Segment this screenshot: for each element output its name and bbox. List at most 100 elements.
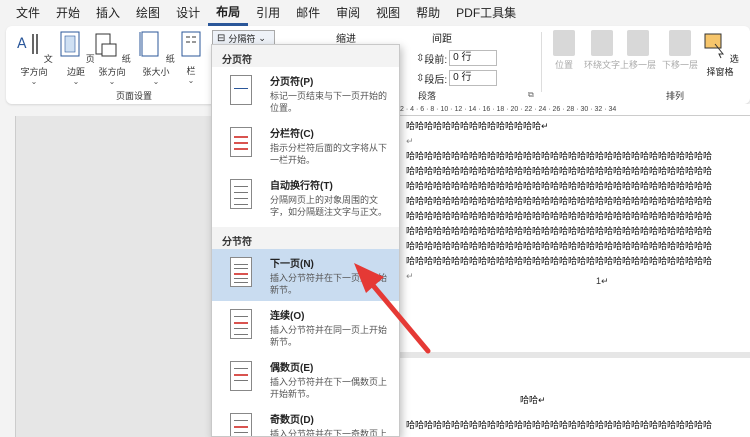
- breaks-label: 分隔符: [228, 33, 256, 44]
- paragraph-dialog-launcher-icon[interactable]: ⧉: [528, 90, 534, 100]
- tab-home[interactable]: 开始: [48, 0, 88, 26]
- column-break-icon: [230, 127, 252, 157]
- page-breaks-header: 分页符: [212, 45, 399, 67]
- odd-page-item[interactable]: 奇数页(D) 插入分节符并在下一奇数页上开始新节。: [212, 405, 399, 437]
- doc-line: 哈哈哈哈哈哈哈哈哈哈哈哈哈哈哈哈哈哈哈哈哈哈哈哈哈哈哈哈哈哈哈哈哈哈: [406, 212, 713, 222]
- selection-pane-icon: [704, 33, 725, 59]
- spacing-after-input[interactable]: 0 行: [449, 70, 498, 86]
- send-backward-icon: [669, 30, 691, 56]
- odd-page-icon: [230, 413, 252, 436]
- odd-page-title: 奇数页(D): [270, 415, 314, 426]
- doc-line: 哈哈哈哈哈哈哈哈哈哈哈哈哈哈哈哈哈哈哈哈哈哈哈哈哈哈哈哈哈哈哈哈哈哈: [406, 421, 713, 431]
- horizontal-ruler: 2 · 4 · 6 · 8 · 10 · 12 · 14 · 16 · 18 ·…: [400, 104, 750, 116]
- continuous-desc: 插入分节符并在同一页上开始新节。: [270, 325, 388, 347]
- page-setup-group-label: 页面设置: [116, 91, 153, 101]
- vertical-ruler: [0, 116, 16, 437]
- text-wrapping-break-title: 自动换行符(T): [270, 181, 333, 192]
- next-page-icon: [230, 257, 252, 287]
- column-break-item[interactable]: 分栏符(C) 指示分栏符后面的文字将从下一栏开始。: [212, 119, 399, 171]
- breaks-icon: ⊟: [217, 32, 226, 44]
- text-wrapping-break-desc: 分隔网页上的对象周围的文字，如分隔题注文字与正文。: [270, 195, 388, 217]
- page-break-icon: [230, 75, 252, 105]
- tab-insert[interactable]: 插入: [88, 0, 128, 26]
- wrap-text-label: 环绕文字: [583, 60, 620, 70]
- bring-forward-icon: [627, 30, 649, 56]
- tab-view[interactable]: 视图: [368, 0, 408, 26]
- selection-pane-button[interactable]: 选择窗格: [700, 30, 740, 78]
- document-page-2[interactable]: 哈哈↵ 哈哈哈哈哈哈哈哈哈哈哈哈哈哈哈哈哈哈哈哈哈哈哈哈哈哈哈哈哈哈哈哈哈哈: [400, 358, 750, 437]
- continuous-item[interactable]: 连续(O) 插入分节符并在同一页上开始新节。: [212, 301, 399, 353]
- spacing-before-label: 段前:: [424, 54, 448, 66]
- wrap-text-button[interactable]: 环绕文字: [582, 30, 622, 71]
- tab-file[interactable]: 文件: [8, 0, 48, 26]
- size-button[interactable]: 纸张大小 ⌄: [136, 30, 176, 86]
- even-page-title: 偶数页(E): [270, 363, 314, 374]
- doc-line: 哈哈哈哈哈哈哈哈哈哈哈哈哈哈哈哈哈哈哈哈哈哈哈哈哈哈哈哈哈哈哈哈哈哈: [406, 242, 713, 252]
- wrap-text-icon: [591, 30, 613, 56]
- spacing-after: ⇳ 段后: 0 行: [416, 70, 498, 86]
- breaks-dropdown: 分页符 分页符(P) 标记一页结束与下一页开始的位置。 分栏符(C) 指示分栏符…: [211, 44, 400, 437]
- doc-line: 哈哈哈哈哈哈哈哈哈哈哈哈哈哈哈哈哈哈哈哈哈哈哈哈哈哈哈哈哈哈哈哈哈哈: [406, 197, 713, 207]
- page-break-item[interactable]: 分页符(P) 标记一页结束与下一页开始的位置。: [212, 67, 399, 119]
- column-break-desc: 指示分栏符后面的文字将从下一栏开始。: [270, 143, 388, 165]
- text-direction-button[interactable]: A 文字方向 ⌄: [14, 30, 54, 86]
- page-number: 1↵: [596, 276, 609, 286]
- next-page-desc: 插入分节符并在下一页上开始新节。: [270, 273, 388, 295]
- bring-forward-label: 上移一层: [619, 60, 656, 70]
- columns-button[interactable]: 栏 ⌄: [176, 30, 206, 85]
- paper-size-icon: [139, 31, 159, 57]
- spacing-before-icon: ⇳: [416, 52, 425, 64]
- tab-draw[interactable]: 绘图: [128, 0, 168, 26]
- position-label: 位置: [554, 60, 573, 70]
- doc-line: 哈哈哈哈哈哈哈哈哈哈哈哈哈哈哈哈哈哈哈哈哈哈哈哈哈哈哈哈哈哈哈哈哈哈: [406, 182, 713, 192]
- tab-mailings[interactable]: 邮件: [288, 0, 328, 26]
- odd-page-desc: 插入分节符并在下一奇数页上开始新节。: [270, 429, 388, 437]
- tab-help[interactable]: 帮助: [408, 0, 448, 26]
- even-page-icon: [230, 361, 252, 391]
- send-backward-button[interactable]: 下移一层: [660, 30, 700, 71]
- doc-line: 哈哈哈哈哈哈哈哈哈哈哈哈哈哈哈哈哈哈哈哈哈哈哈哈哈哈哈哈哈哈哈哈哈哈: [406, 152, 713, 162]
- column-break-title: 分栏符(C): [270, 129, 314, 140]
- even-page-desc: 插入分节符并在下一偶数页上开始新节。: [270, 377, 388, 399]
- page-break-title: 分页符(P): [270, 77, 314, 88]
- text-wrapping-break-icon: [230, 179, 252, 209]
- columns-icon: [181, 31, 201, 57]
- tab-pdf-tools[interactable]: PDF工具集: [448, 0, 524, 26]
- spacing-label: 间距: [432, 34, 452, 45]
- doc-line: 哈哈哈哈哈哈哈哈哈哈哈哈哈哈哈哈哈哈哈哈哈哈哈哈哈哈哈哈哈哈哈哈哈哈: [406, 227, 713, 237]
- orientation-button[interactable]: 纸张方向 ⌄: [92, 30, 132, 86]
- spacing-before: ⇳ 段前: 0 行: [416, 50, 498, 66]
- doc-line: 哈哈哈哈哈哈哈哈哈哈哈哈哈哈哈哈哈哈哈哈哈哈哈哈哈哈哈哈哈哈哈哈哈哈: [406, 167, 713, 177]
- ribbon-separator: [541, 32, 542, 92]
- spacing-after-icon: ⇳: [416, 72, 425, 84]
- spacing-before-input[interactable]: 0 行: [449, 50, 498, 66]
- orientation-icon: [95, 33, 117, 57]
- tab-review[interactable]: 审阅: [328, 0, 368, 26]
- chevron-down-icon: ⌄: [258, 32, 266, 43]
- arrange-group-label: 排列: [666, 91, 685, 101]
- position-button[interactable]: 位置: [544, 30, 584, 71]
- svg-text:A: A: [17, 36, 27, 52]
- bring-forward-button[interactable]: 上移一层: [618, 30, 658, 71]
- spacing-after-label: 段后:: [424, 74, 448, 86]
- menu-bar: 文件 开始 插入 绘图 设计 布局 引用 邮件 审阅 视图 帮助 PDF工具集: [0, 0, 750, 26]
- next-page-item[interactable]: 下一页(N) 插入分节符并在下一页上开始新节。: [212, 249, 399, 301]
- position-icon: [553, 30, 575, 56]
- tab-references[interactable]: 引用: [248, 0, 288, 26]
- doc-line: 哈哈↵: [520, 396, 546, 406]
- tab-design[interactable]: 设计: [168, 0, 208, 26]
- document-page-1[interactable]: 哈哈哈哈哈哈哈哈哈哈哈哈哈哈哈↵ ↵ 哈哈哈哈哈哈哈哈哈哈哈哈哈哈哈哈哈哈哈哈哈…: [400, 116, 750, 352]
- continuous-icon: [230, 309, 252, 339]
- tab-layout[interactable]: 布局: [208, 0, 249, 26]
- text-direction-icon: A: [17, 34, 38, 54]
- margins-button[interactable]: 页边距 ⌄: [56, 30, 96, 86]
- text-wrapping-break-item[interactable]: 自动换行符(T) 分隔网页上的对象周围的文字，如分隔题注文字与正文。: [212, 171, 399, 227]
- continuous-title: 连续(O): [270, 311, 305, 322]
- doc-line: 哈哈哈哈哈哈哈哈哈哈哈哈哈哈哈哈哈哈哈哈哈哈哈哈哈哈哈哈哈哈哈哈哈哈: [406, 257, 713, 267]
- margins-icon: [60, 31, 80, 57]
- paragraph-mark: ↵: [406, 137, 414, 147]
- section-breaks-header: 分节符: [212, 227, 399, 249]
- doc-line: 哈哈哈哈哈哈哈哈哈哈哈哈哈哈哈↵: [406, 122, 549, 132]
- even-page-item[interactable]: 偶数页(E) 插入分节符并在下一偶数页上开始新节。: [212, 353, 399, 405]
- next-page-title: 下一页(N): [270, 259, 314, 270]
